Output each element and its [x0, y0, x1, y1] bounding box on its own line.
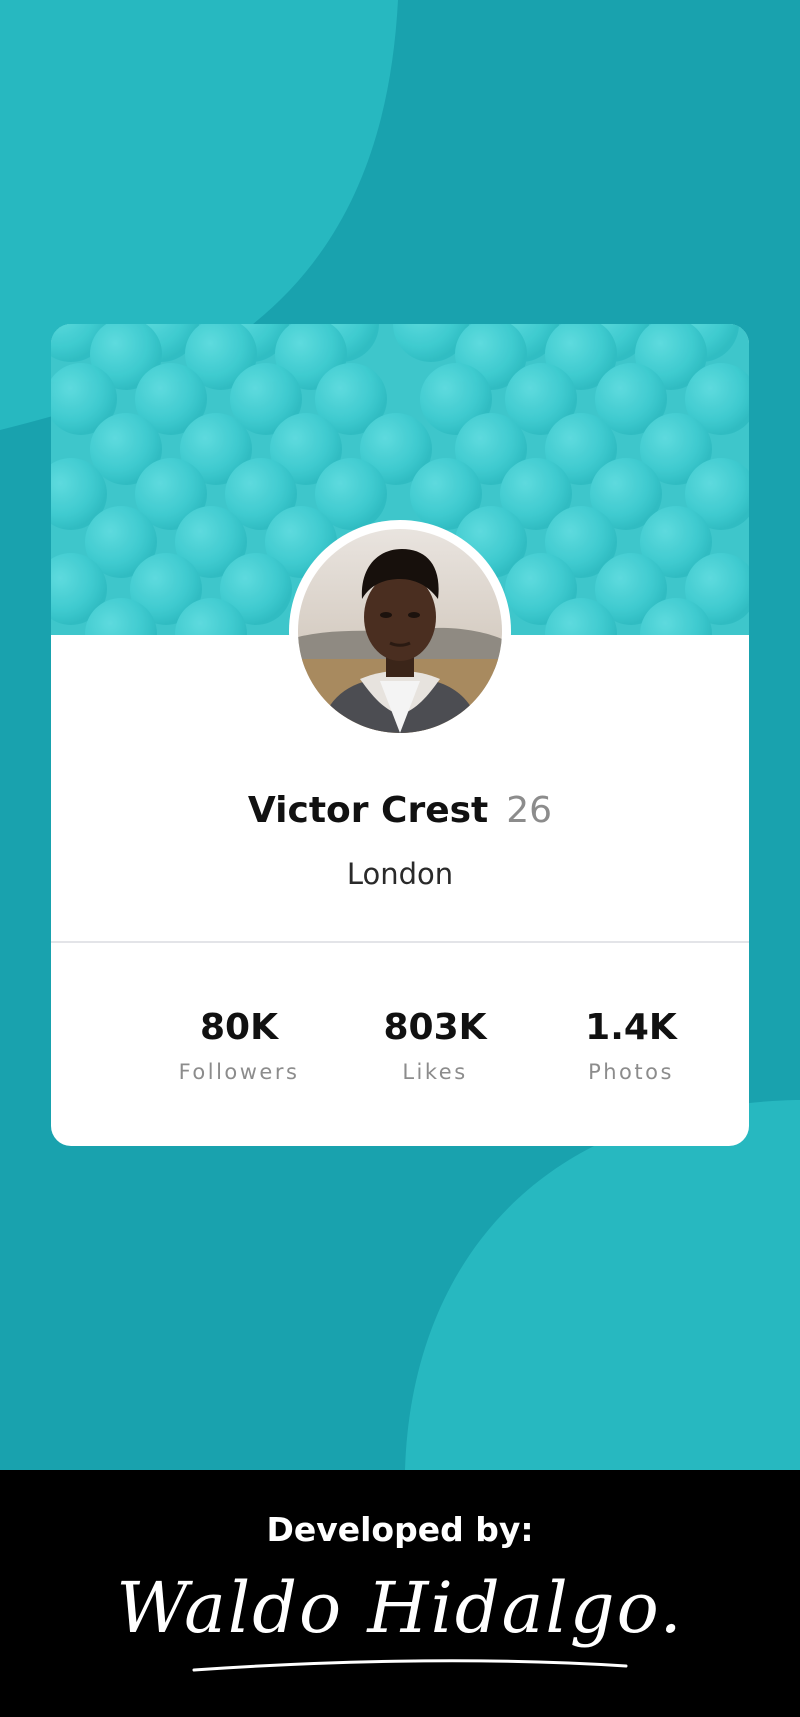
main-background: Victor Crest 26 London 80K Followers 803K… — [0, 0, 800, 1470]
developer-signature[interactable]: Waldo Hidalgo. — [0, 1558, 800, 1658]
profile-card: Victor Crest 26 London 80K Followers 803K… — [51, 324, 749, 1146]
footer: Developed by: Waldo Hidalgo. — [0, 1470, 800, 1717]
stat-likes: 803K Likes — [345, 1004, 525, 1086]
stat-value: 80K — [200, 1007, 278, 1048]
avatar-frame — [289, 520, 511, 742]
stat-label: Photos — [588, 1060, 674, 1084]
stat-value: 1.4K — [585, 1007, 677, 1048]
footer-title: Developed by: — [266, 1510, 534, 1549]
user-portrait-icon — [298, 529, 502, 733]
stat-label: Followers — [178, 1060, 300, 1084]
stat-label: Likes — [402, 1060, 468, 1084]
stat-followers: 80K Followers — [149, 1004, 329, 1086]
profile-location: London — [346, 857, 454, 891]
profile-name: Victor Crest — [247, 790, 489, 831]
card-divider — [51, 941, 749, 943]
profile-age: 26 — [506, 790, 553, 831]
profile-name-row: Victor Crest 26 — [51, 787, 749, 835]
avatar[interactable] — [298, 529, 502, 733]
stat-value: 803K — [383, 1007, 487, 1048]
signature-underline — [192, 1659, 628, 1672]
stat-photos: 1.4K Photos — [541, 1004, 721, 1086]
